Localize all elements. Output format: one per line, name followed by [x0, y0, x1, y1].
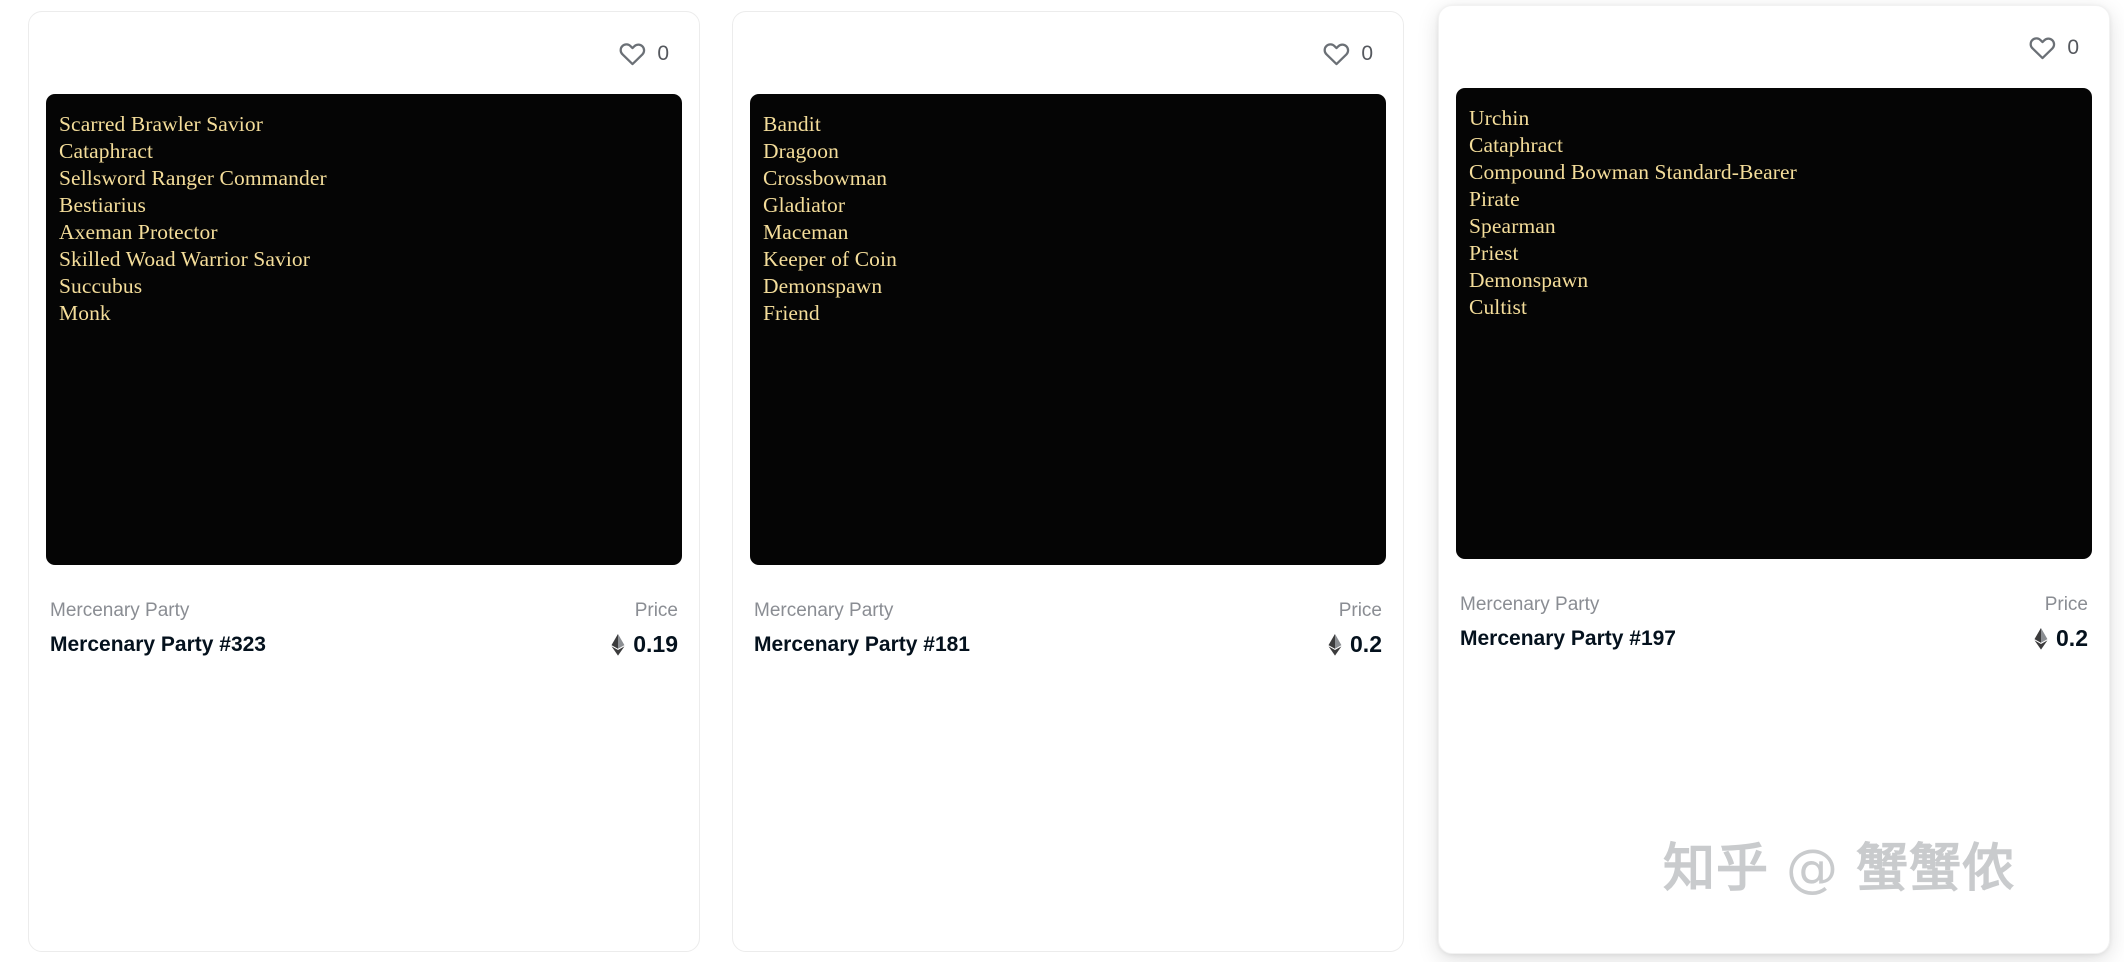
- card-header: 0: [733, 12, 1403, 94]
- collection-name: Mercenary Party: [50, 600, 190, 621]
- trait-item: Cultist: [1469, 295, 1528, 319]
- trait-item: Scarred Brawler Savior: [59, 112, 263, 136]
- trait-item: Keeper of Coin: [763, 247, 897, 271]
- trait-item: Friend: [763, 301, 820, 325]
- nft-card-grid: 0 Scarred Brawler Savior Cataphract Sell…: [0, 0, 2124, 962]
- nft-card[interactable]: 0 Bandit Dragoon Crossbowman Gladiator M…: [732, 11, 1404, 952]
- trait-item: Urchin: [1469, 106, 1530, 130]
- trait-item: Succubus: [59, 274, 143, 298]
- trait-item: Skilled Woad Warrior Savior: [59, 247, 311, 271]
- heart-outline-icon: [1323, 40, 1350, 67]
- trait-item: Bandit: [763, 112, 821, 136]
- item-name[interactable]: Mercenary Party #323: [50, 631, 266, 659]
- trait-list: Scarred Brawler Savior Cataphract Sellsw…: [59, 111, 682, 327]
- ethereum-icon: [611, 633, 625, 656]
- nft-card[interactable]: 0 Urchin Cataphract Compound Bowman Stan…: [1438, 5, 2110, 954]
- name-price-row: Mercenary Party #181 0.2: [754, 631, 1382, 659]
- card-footer: Mercenary Party Price Mercenary Party #3…: [29, 565, 699, 951]
- trait-item: Spearman: [1469, 214, 1556, 238]
- trait-item: Demonspawn: [1469, 268, 1589, 292]
- price-label: Price: [634, 600, 678, 621]
- collection-row: Mercenary Party Price: [754, 597, 1382, 625]
- trait-item: Cataphract: [1469, 133, 1564, 157]
- card-footer: Mercenary Party Price Mercenary Party #1…: [733, 565, 1403, 951]
- like-button[interactable]: 0: [1319, 36, 1377, 71]
- trait-item: Priest: [1469, 241, 1519, 265]
- card-footer: Mercenary Party Price Mercenary Party #1…: [1439, 559, 2109, 953]
- item-name[interactable]: Mercenary Party #197: [1460, 625, 1676, 653]
- price-amount: 0.2: [1350, 631, 1382, 658]
- price-amount: 0.19: [633, 631, 678, 658]
- trait-item: Sellsword Ranger Commander: [59, 166, 327, 190]
- collection-name: Mercenary Party: [754, 600, 894, 621]
- item-name[interactable]: Mercenary Party #181: [754, 631, 970, 659]
- trait-list: Bandit Dragoon Crossbowman Gladiator Mac…: [763, 111, 1386, 327]
- card-header: 0: [1439, 6, 2109, 88]
- trait-item: Dragoon: [763, 139, 839, 163]
- price-value: 0.2: [1328, 633, 1382, 656]
- nft-artwork[interactable]: Bandit Dragoon Crossbowman Gladiator Mac…: [750, 94, 1386, 565]
- trait-item: Gladiator: [763, 193, 846, 217]
- nft-artwork[interactable]: Urchin Cataphract Compound Bowman Standa…: [1456, 88, 2092, 559]
- price-value: 0.19: [611, 633, 678, 656]
- name-price-row: Mercenary Party #197 0.2: [1460, 625, 2088, 653]
- price-value: 0.2: [2034, 627, 2088, 650]
- like-button[interactable]: 0: [615, 36, 673, 71]
- name-price-row: Mercenary Party #323 0.19: [50, 631, 678, 659]
- price-label: Price: [1338, 600, 1382, 621]
- like-count: 0: [1361, 41, 1373, 65]
- like-count: 0: [657, 41, 669, 65]
- heart-outline-icon: [619, 40, 646, 67]
- like-button[interactable]: 0: [2025, 30, 2083, 65]
- trait-item: Maceman: [763, 220, 849, 244]
- collection-row: Mercenary Party Price: [1460, 591, 2088, 619]
- trait-item: Axeman Protector: [59, 220, 218, 244]
- collection-name: Mercenary Party: [1460, 594, 1600, 615]
- ethereum-icon: [1328, 633, 1342, 656]
- nft-card[interactable]: 0 Scarred Brawler Savior Cataphract Sell…: [28, 11, 700, 952]
- nft-artwork[interactable]: Scarred Brawler Savior Cataphract Sellsw…: [46, 94, 682, 565]
- collection-row: Mercenary Party Price: [50, 597, 678, 625]
- trait-list: Urchin Cataphract Compound Bowman Standa…: [1469, 105, 2092, 321]
- card-header: 0: [29, 12, 699, 94]
- heart-outline-icon: [2029, 34, 2056, 61]
- trait-item: Crossbowman: [763, 166, 888, 190]
- price-amount: 0.2: [2056, 625, 2088, 652]
- price-label: Price: [2044, 594, 2088, 615]
- trait-item: Monk: [59, 301, 111, 325]
- like-count: 0: [2067, 35, 2079, 59]
- trait-item: Demonspawn: [763, 274, 883, 298]
- trait-item: Cataphract: [59, 139, 154, 163]
- ethereum-icon: [2034, 627, 2048, 650]
- trait-item: Bestiarius: [59, 193, 146, 217]
- trait-item: Compound Bowman Standard-Bearer: [1469, 160, 1797, 184]
- trait-item: Pirate: [1469, 187, 1520, 211]
